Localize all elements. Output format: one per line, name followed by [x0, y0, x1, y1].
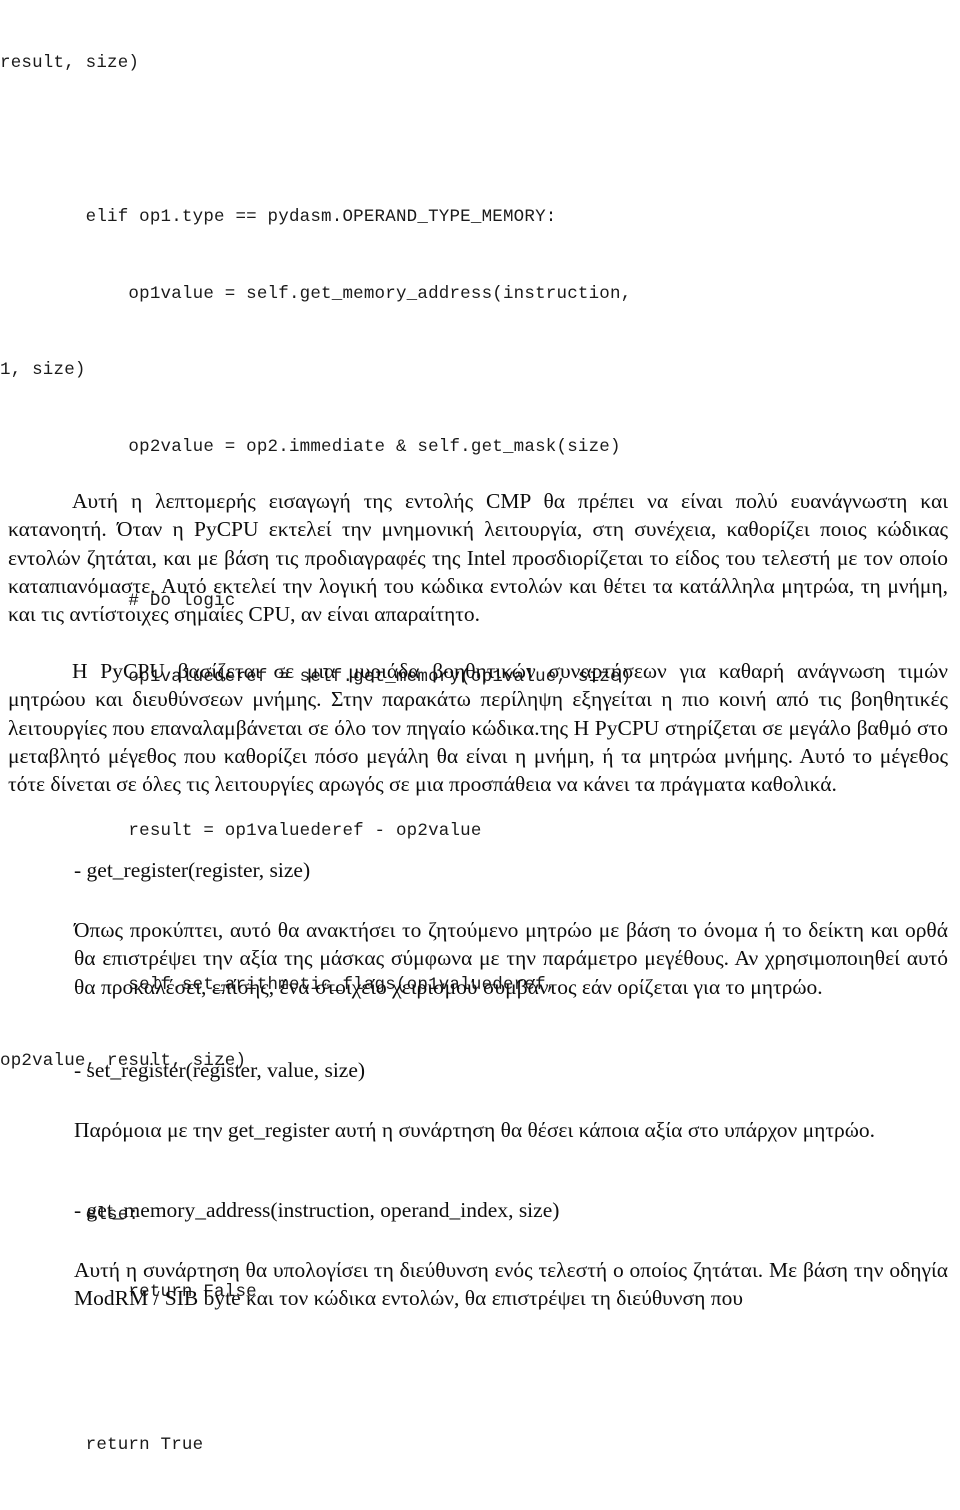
heading-text: - get_register(register, size) — [74, 858, 311, 882]
paragraph-text: Αυτή η λεπτομερής εισαγωγή της εντολής C… — [8, 489, 948, 627]
code-line: result = op1valuederef - op2value — [0, 821, 482, 841]
paragraph-set-register-desc: Παρόμοια με την get_register αυτή η συνά… — [74, 1116, 948, 1144]
code-line: op2value = op2.immediate & self.get_mask… — [0, 437, 621, 458]
paragraph-text: Η PyCPU βασίζεται σε μια μυριάδα βοηθητι… — [8, 659, 948, 797]
paragraph-get-register-desc: Όπως προκύπτει, αυτό θα ανακτήσει το ζητ… — [74, 916, 948, 1001]
heading-get-memory-address: - get_memory_address(instruction, operan… — [74, 1196, 559, 1224]
heading-set-register: - set_register(register, value, size) — [74, 1056, 365, 1084]
code-line: 1, size) — [0, 360, 86, 381]
heading-get-register: - get_register(register, size) — [74, 856, 310, 884]
paragraph-text: Παρόμοια με την get_register αυτή η συνά… — [74, 1118, 876, 1142]
heading-text: - get_memory_address(instruction, operan… — [74, 1198, 560, 1222]
document-page: result, size) elif op1.type == pydasm.OP… — [0, 0, 960, 1455]
code-line: elif op1.type == pydasm.OPERAND_TYPE_MEM… — [0, 206, 557, 227]
paragraph-text: Αυτή η συνάρτηση θα υπολογίσει τη διεύθυ… — [74, 1258, 948, 1311]
paragraph-cmp-intro: Αυτή η λεπτομερής εισαγωγή της εντολής C… — [8, 487, 948, 628]
paragraph-pycpu-helpers: Η PyCPU βασίζεται σε μια μυριάδα βοηθητι… — [8, 657, 948, 798]
code-line: result, size) — [0, 53, 140, 74]
code-line: return True — [0, 1435, 204, 1456]
paragraph-get-memory-address-desc: Αυτή η συνάρτηση θα υπολογίσει τη διεύθυ… — [74, 1256, 948, 1313]
code-line: op1value = self.get_memory_address(instr… — [0, 283, 632, 304]
heading-text: - set_register(register, value, size) — [74, 1058, 366, 1082]
paragraph-text: Όπως προκύπτει, αυτό θα ανακτήσει το ζητ… — [74, 918, 948, 999]
